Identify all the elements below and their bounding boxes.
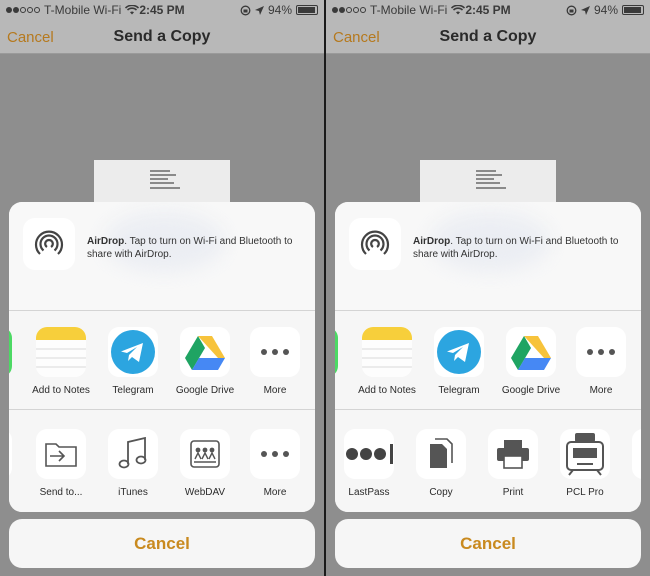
telegram-icon (434, 327, 484, 377)
airdrop-icon[interactable] (23, 218, 75, 270)
screenshot-pair: T-Mobile Wi-Fi 2:45 PM 94% Cancel Send a… (0, 0, 650, 576)
print-icon (488, 429, 538, 479)
share-action-webdav[interactable]: WebDAV (175, 429, 235, 498)
share-app-label: More (589, 385, 613, 396)
more-icon (250, 327, 300, 377)
more-icon (250, 429, 300, 479)
cancel-button[interactable]: Cancel (9, 519, 315, 568)
status-bar: T-Mobile Wi-Fi 2:45 PM 94% (0, 0, 324, 20)
navigation-bar: Cancel Send a Copy (326, 20, 650, 54)
share-action-partial[interactable] (9, 429, 17, 479)
lastpass-icon (344, 429, 394, 479)
airdrop-title: AirDrop (87, 236, 125, 247)
battery-icon (622, 5, 644, 15)
share-app-google-drive[interactable]: Google Drive (175, 327, 235, 396)
share-app-label: More (263, 385, 287, 396)
location-icon (580, 5, 590, 15)
share-app-telegram[interactable]: Telegram (429, 327, 489, 396)
rotation-lock-icon (240, 5, 251, 15)
share-action-partial[interactable] (627, 429, 641, 479)
actions-row: LastPass Copy Print PCL Pro (335, 411, 641, 512)
share-action-print[interactable]: Print (483, 429, 543, 498)
share-app-messages[interactable] (9, 327, 17, 385)
webdav-icon (180, 429, 230, 479)
airdrop-icon[interactable] (349, 218, 401, 270)
share-sheet: AirDrop. Tap to turn on Wi-Fi and Blueto… (9, 202, 315, 512)
status-bar: T-Mobile Wi-Fi 2:45 PM 94% (326, 0, 650, 20)
airdrop-title: AirDrop (413, 236, 451, 247)
location-icon (254, 5, 264, 15)
share-action-more[interactable]: More (245, 429, 305, 498)
share-action-copy[interactable]: Copy (411, 429, 471, 498)
share-action-label: More (263, 487, 287, 498)
battery-icon (296, 5, 318, 15)
phone-screen-right: T-Mobile Wi-Fi 2:45 PM 94% Cancel Send a… (326, 0, 650, 576)
rotation-lock-icon (566, 5, 577, 15)
share-app-more[interactable]: More (571, 327, 631, 396)
actions-row: Send to... iTunes WebDAV More (9, 411, 315, 512)
copy-icon (416, 429, 466, 479)
share-app-label: Add to Notes (32, 385, 90, 396)
share-app-label: Telegram (112, 385, 154, 396)
share-app-more[interactable]: More (245, 327, 305, 396)
send-to-icon (36, 429, 86, 479)
share-app-label: Google Drive (501, 385, 561, 396)
nav-cancel-button[interactable]: Cancel (333, 29, 380, 46)
share-action-label: LastPass (348, 487, 390, 498)
google-drive-icon (506, 327, 556, 377)
share-action-lastpass[interactable]: LastPass (339, 429, 399, 498)
share-app-add-to-notes[interactable]: Add to Notes (357, 327, 417, 396)
pcl-pro-icon (560, 429, 610, 479)
airdrop-row[interactable]: AirDrop. Tap to turn on Wi-Fi and Blueto… (335, 202, 641, 311)
airdrop-row[interactable]: AirDrop. Tap to turn on Wi-Fi and Blueto… (9, 202, 315, 311)
notes-icon (36, 327, 86, 377)
airdrop-description: AirDrop. Tap to turn on Wi-Fi and Blueto… (413, 236, 619, 260)
share-app-label: Telegram (438, 385, 480, 396)
cancel-button[interactable]: Cancel (335, 519, 641, 568)
nav-cancel-button[interactable]: Cancel (7, 29, 54, 46)
partial-icon (632, 429, 641, 479)
telegram-icon (108, 327, 158, 377)
notes-icon (362, 327, 412, 377)
share-app-label: Google Drive (175, 385, 235, 396)
share-action-label: Copy (429, 487, 453, 498)
phone-screen-left: T-Mobile Wi-Fi 2:45 PM 94% Cancel Send a… (0, 0, 324, 576)
share-action-send-to[interactable]: Send to... (31, 429, 91, 498)
messages-icon (9, 327, 12, 377)
partial-icon (9, 429, 12, 479)
battery-percent: 94% (267, 3, 292, 17)
share-action-label: Send to... (39, 487, 83, 498)
share-action-label: PCL Pro (566, 487, 604, 498)
share-action-label: WebDAV (184, 487, 226, 498)
apps-row: Add to Notes Telegram Google Drive More (9, 312, 315, 410)
apps-row: Add to Notes Telegram Google Drive More (335, 312, 641, 410)
more-icon (576, 327, 626, 377)
airdrop-description: AirDrop. Tap to turn on Wi-Fi and Blueto… (87, 236, 293, 260)
share-app-add-to-notes[interactable]: Add to Notes (31, 327, 91, 396)
share-sheet: AirDrop. Tap to turn on Wi-Fi and Blueto… (335, 202, 641, 512)
google-drive-icon (180, 327, 230, 377)
navigation-bar: Cancel Send a Copy (0, 20, 324, 54)
share-action-pcl-pro[interactable]: PCL Pro (555, 429, 615, 498)
share-app-label: Add to Notes (358, 385, 416, 396)
share-action-itunes[interactable]: iTunes (103, 429, 163, 498)
share-app-google-drive[interactable]: Google Drive (501, 327, 561, 396)
share-app-telegram[interactable]: Telegram (103, 327, 163, 396)
messages-icon (335, 327, 338, 377)
share-app-messages[interactable] (335, 327, 343, 385)
share-action-label: Print (502, 487, 524, 498)
share-action-label: iTunes (118, 487, 148, 498)
battery-percent: 94% (593, 3, 618, 17)
itunes-icon (108, 429, 158, 479)
